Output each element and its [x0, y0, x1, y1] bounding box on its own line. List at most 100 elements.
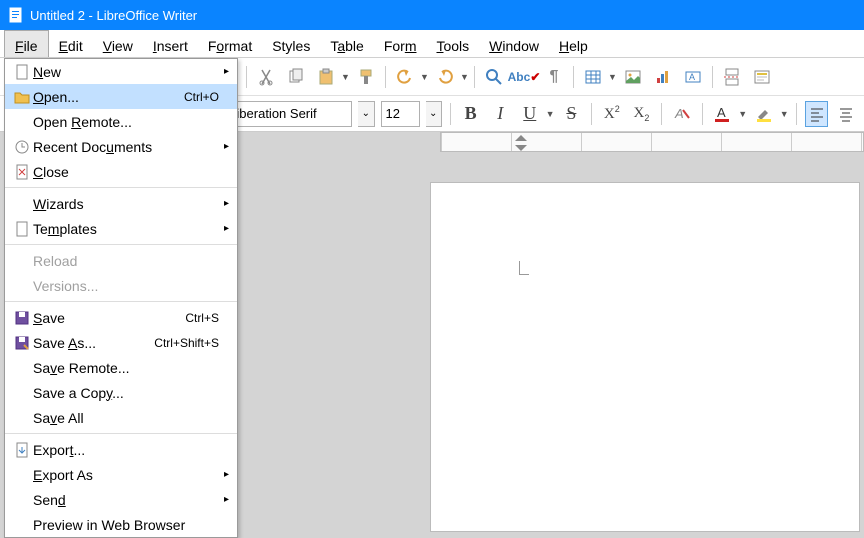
- menu-preview-browser[interactable]: Preview in Web Browser: [5, 512, 237, 537]
- clone-formatting-icon[interactable]: [353, 64, 379, 90]
- italic-button[interactable]: I: [488, 101, 512, 127]
- document-page[interactable]: [430, 182, 860, 532]
- menu-open-remote[interactable]: Open Remote...: [5, 109, 237, 134]
- horizontal-ruler[interactable]: [440, 132, 864, 152]
- insert-field-icon[interactable]: [749, 64, 775, 90]
- clock-icon: [11, 139, 33, 155]
- window-title: Untitled 2 - LibreOffice Writer: [30, 8, 197, 23]
- menu-open[interactable]: Open... Ctrl+O: [5, 84, 237, 109]
- toolbar-separator: [474, 66, 475, 88]
- redo-icon[interactable]: [432, 64, 458, 90]
- save-as-shortcut: Ctrl+Shift+S: [154, 336, 219, 350]
- undo-dropdown-icon[interactable]: ▼: [420, 72, 428, 82]
- menu-save-copy[interactable]: Save a Copy...: [5, 380, 237, 405]
- menu-export[interactable]: Export...: [5, 437, 237, 462]
- formatting-marks-icon[interactable]: ¶: [541, 64, 567, 90]
- close-doc-icon: [11, 164, 33, 180]
- menu-export-as[interactable]: Export As ▸: [5, 462, 237, 487]
- submenu-arrow-icon: ▸: [219, 198, 229, 209]
- font-size-value: 12: [386, 106, 400, 121]
- menu-window[interactable]: Window: [479, 30, 549, 57]
- save-as-icon: [11, 335, 33, 351]
- underline-dropdown-icon[interactable]: ▼: [546, 109, 554, 119]
- highlight-color-icon[interactable]: [752, 101, 776, 127]
- menu-save-as[interactable]: Save As... Ctrl+Shift+S: [5, 330, 237, 355]
- toolbar-separator: [573, 66, 574, 88]
- insert-table-icon[interactable]: [580, 64, 606, 90]
- font-name-combo[interactable]: Liberation Serif: [224, 101, 352, 127]
- font-color-icon[interactable]: A: [711, 101, 735, 127]
- menu-insert[interactable]: Insert: [143, 30, 198, 57]
- insert-page-break-icon[interactable]: [719, 64, 745, 90]
- font-size-combo[interactable]: 12: [381, 101, 420, 127]
- menu-table[interactable]: Table: [320, 30, 373, 57]
- menu-format[interactable]: Format: [198, 30, 262, 57]
- folder-open-icon: [11, 89, 33, 105]
- undo-icon[interactable]: [392, 64, 418, 90]
- svg-text:A: A: [689, 72, 695, 82]
- toolbar-separator: [661, 103, 662, 125]
- toolbar-separator: [246, 66, 247, 88]
- menu-file[interactable]: File: [4, 30, 49, 57]
- menu-versions: Versions...: [5, 273, 237, 298]
- menu-new[interactable]: New ▸: [5, 59, 237, 84]
- highlight-dropdown-icon[interactable]: ▼: [780, 109, 788, 119]
- submenu-arrow-icon: ▸: [219, 469, 229, 480]
- menu-separator: [5, 187, 237, 188]
- table-dropdown-icon[interactable]: ▼: [608, 72, 616, 82]
- spellcheck-icon[interactable]: Abc✔: [511, 64, 537, 90]
- menu-wizards[interactable]: Wizards ▸: [5, 191, 237, 216]
- menu-recent-documents[interactable]: Recent Documents ▸: [5, 134, 237, 159]
- document-icon: [8, 7, 24, 23]
- strikethrough-button[interactable]: S: [560, 101, 584, 127]
- find-icon[interactable]: [481, 64, 507, 90]
- font-color-dropdown-icon[interactable]: ▼: [738, 109, 746, 119]
- file-menu-dropdown: New ▸ Open... Ctrl+O Open Remote... Rece…: [4, 58, 238, 538]
- subscript-button[interactable]: X2: [630, 101, 654, 127]
- menu-styles[interactable]: Styles: [262, 30, 320, 57]
- menu-close[interactable]: Close: [5, 159, 237, 184]
- menu-view[interactable]: View: [93, 30, 143, 57]
- menu-send[interactable]: Send ▸: [5, 487, 237, 512]
- underline-button[interactable]: U: [518, 101, 542, 127]
- insert-image-icon[interactable]: [620, 64, 646, 90]
- submenu-arrow-icon: ▸: [219, 494, 229, 505]
- redo-dropdown-icon[interactable]: ▼: [460, 72, 468, 82]
- bold-button[interactable]: B: [459, 101, 483, 127]
- menu-save-all[interactable]: Save All: [5, 405, 237, 430]
- paste-icon[interactable]: [313, 64, 339, 90]
- menu-reload: Reload: [5, 248, 237, 273]
- superscript-button[interactable]: X2: [600, 101, 624, 127]
- menu-save-remote[interactable]: Save Remote...: [5, 355, 237, 380]
- save-shortcut: Ctrl+S: [185, 311, 219, 325]
- copy-icon[interactable]: [283, 64, 309, 90]
- svg-text:A: A: [674, 106, 684, 121]
- submenu-arrow-icon: ▸: [219, 66, 229, 77]
- toolbar-separator: [385, 66, 386, 88]
- font-size-dropdown-icon[interactable]: ⌄: [426, 101, 442, 127]
- align-center-button[interactable]: [834, 101, 858, 127]
- toolbar-separator: [702, 103, 703, 125]
- cut-icon[interactable]: [253, 64, 279, 90]
- toolbar-separator: [796, 103, 797, 125]
- menu-form[interactable]: Form: [374, 30, 427, 57]
- menu-save[interactable]: Save Ctrl+S: [5, 305, 237, 330]
- menu-help[interactable]: Help: [549, 30, 598, 57]
- menu-edit[interactable]: Edit: [49, 30, 93, 57]
- title-bar: Untitled 2 - LibreOffice Writer: [0, 0, 864, 30]
- submenu-arrow-icon: ▸: [219, 223, 229, 234]
- menu-templates[interactable]: Templates ▸: [5, 216, 237, 241]
- toolbar-separator: [712, 66, 713, 88]
- templates-icon: [11, 221, 33, 237]
- new-doc-icon: [11, 64, 33, 80]
- font-name-dropdown-icon[interactable]: ⌄: [358, 101, 374, 127]
- save-icon: [11, 310, 33, 326]
- align-left-button[interactable]: [805, 101, 829, 127]
- paste-dropdown-icon[interactable]: ▼: [341, 72, 349, 82]
- clear-formatting-icon[interactable]: A: [670, 101, 694, 127]
- menu-tools[interactable]: Tools: [426, 30, 479, 57]
- insert-textbox-icon[interactable]: A: [680, 64, 706, 90]
- menu-separator: [5, 433, 237, 434]
- insert-chart-icon[interactable]: [650, 64, 676, 90]
- toolbar-separator: [450, 103, 451, 125]
